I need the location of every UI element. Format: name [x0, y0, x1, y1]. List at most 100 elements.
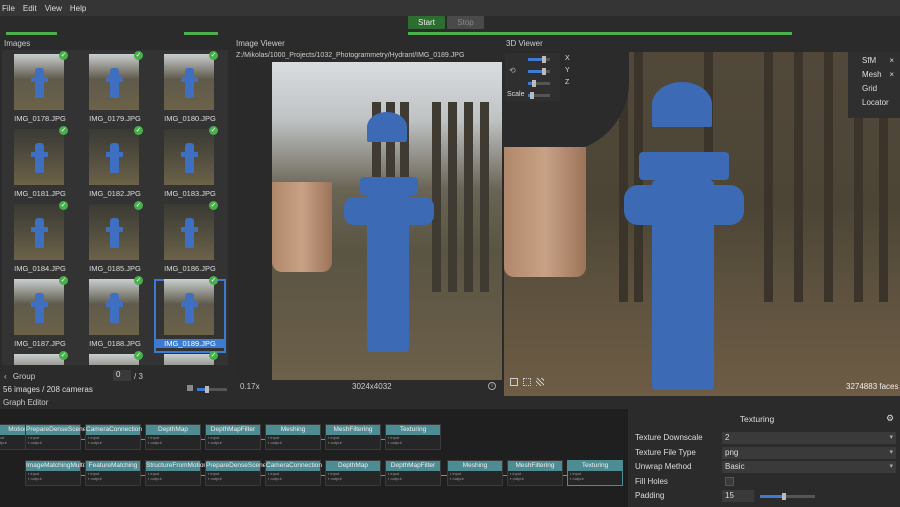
- property-key: Fill Holes: [635, 476, 668, 486]
- thumbnail-size-slider[interactable]: [197, 386, 227, 393]
- menu-help[interactable]: Help: [70, 4, 86, 13]
- image-viewer-photo[interactable]: [272, 62, 502, 380]
- thumbnail-label: IMG_0186.JPG: [164, 264, 216, 273]
- graph-edge: [321, 439, 325, 440]
- node-title: MeshFiltering: [326, 425, 380, 435]
- thumbnail-image: [164, 279, 214, 335]
- graph-node[interactable]: MeshFiltering ▪ input ▪ output: [507, 460, 563, 486]
- node-ports: ▪ input▪ output: [88, 471, 102, 481]
- close-icon[interactable]: ×: [889, 70, 894, 79]
- graph-canvas[interactable]: Motion▪ input▪ outputPrepareDenseScene▪ …: [0, 409, 628, 507]
- image-thumbnail[interactable]: ✓: [154, 351, 226, 365]
- image-thumbnail[interactable]: ✓ IMG_0183.JPG: [154, 126, 226, 203]
- thumbnail-image: [14, 354, 64, 365]
- check-icon: ✓: [209, 51, 218, 60]
- graph-edge: [81, 439, 85, 440]
- graph-node[interactable]: Meshing ▪ input ▪ output: [265, 424, 321, 450]
- layer-grid[interactable]: Grid: [848, 84, 900, 98]
- graph-node[interactable]: ImageMatchingMultiSfM ▪ input ▪ output: [25, 460, 96, 486]
- image-thumbnail[interactable]: ✓ IMG_0189.JPG: [154, 276, 226, 353]
- node-title: DepthMap: [326, 461, 380, 471]
- graph-node[interactable]: Texturing ▪ input ▪ output: [567, 460, 623, 486]
- close-icon[interactable]: ×: [889, 56, 894, 65]
- meshroom-window: File Edit View Help Start Stop Images ✓ I…: [0, 0, 900, 507]
- graph-node[interactable]: CameraConnection ▪ input ▪ output: [265, 460, 322, 486]
- layers-menu: SfM × Mesh × Grid Locator: [848, 52, 900, 118]
- graph-node[interactable]: DepthMapFilter ▪ input ▪ output: [205, 424, 261, 450]
- property-row: Padding 15: [632, 490, 900, 504]
- image-thumbnail[interactable]: ✓ IMG_0184.JPG: [4, 201, 76, 278]
- x-slider[interactable]: [528, 56, 550, 63]
- image-thumbnail[interactable]: ✓ IMG_0178.JPG: [4, 51, 76, 128]
- image-thumbnail[interactable]: ✓ IMG_0179.JPG: [79, 51, 151, 128]
- stop-button[interactable]: Stop: [447, 16, 484, 29]
- graph-edge: [441, 475, 447, 476]
- progress-segment: [6, 32, 57, 35]
- thumbnail-label: IMG_0187.JPG: [14, 339, 66, 348]
- node-title: DepthMapFilter: [206, 425, 260, 435]
- camera-icon[interactable]: [510, 378, 518, 386]
- zoom-level: 0.17x: [240, 382, 260, 391]
- graph-edge: [563, 475, 567, 476]
- node-title: PrepareDenseScene: [206, 461, 267, 471]
- layer-mesh[interactable]: Mesh ×: [848, 70, 900, 84]
- z-slider[interactable]: [528, 80, 550, 87]
- group-prev-icon[interactable]: ‹: [4, 372, 7, 381]
- layer-sfm[interactable]: SfM ×: [848, 56, 900, 70]
- graph-node[interactable]: Meshing ▪ input ▪ output: [447, 460, 503, 486]
- property-dropdown[interactable]: 2: [722, 432, 896, 444]
- scale-slider[interactable]: [528, 92, 550, 99]
- property-row: Fill Holes: [632, 476, 900, 490]
- padding-slider[interactable]: [760, 493, 815, 500]
- node-title: Meshing: [266, 425, 320, 435]
- grid-icon[interactable]: [523, 378, 531, 386]
- node-title: CameraConnection: [86, 425, 143, 435]
- y-slider[interactable]: [528, 68, 550, 75]
- info-icon[interactable]: i: [488, 382, 496, 390]
- graph-edge: [201, 475, 205, 476]
- graph-node[interactable]: PrepareDenseScene ▪ input ▪ output: [205, 460, 267, 486]
- image-thumbnail[interactable]: ✓ IMG_0185.JPG: [79, 201, 151, 278]
- menu-view[interactable]: View: [45, 4, 62, 13]
- image-thumbnail[interactable]: ✓ IMG_0181.JPG: [4, 126, 76, 203]
- thumbnail-image: [89, 129, 139, 185]
- graph-node[interactable]: DepthMap ▪ input ▪ output: [325, 460, 381, 486]
- graph-node[interactable]: FeatureMatching ▪ input ▪ output: [85, 460, 141, 486]
- image-thumbnail[interactable]: ✓: [79, 351, 151, 365]
- graph-editor-title: Graph Editor: [3, 398, 49, 407]
- graph-node[interactable]: PrepareDenseScene ▪ input ▪ output: [25, 424, 86, 450]
- image-thumbnail[interactable]: ✓: [4, 351, 76, 365]
- 3d-viewport[interactable]: [504, 52, 900, 396]
- graph-node[interactable]: DepthMap ▪ input ▪ output: [145, 424, 201, 450]
- node-ports: ▪ input▪ output: [570, 471, 584, 481]
- property-dropdown[interactable]: Basic: [722, 461, 896, 473]
- image-viewer-margin: [236, 62, 272, 380]
- property-row: Texture Downscale 2: [632, 432, 900, 446]
- menu-edit[interactable]: Edit: [23, 4, 37, 13]
- graph-edge: [81, 475, 85, 476]
- texture-icon[interactable]: [536, 378, 544, 386]
- image-thumbnail[interactable]: ✓ IMG_0182.JPG: [79, 126, 151, 203]
- check-icon: ✓: [134, 51, 143, 60]
- group-spinbox[interactable]: 0: [113, 370, 131, 381]
- node-title: Texturing: [568, 461, 622, 471]
- layer-locator[interactable]: Locator: [848, 98, 900, 112]
- image-thumbnail[interactable]: ✓ IMG_0188.JPG: [79, 276, 151, 353]
- graph-node[interactable]: MeshFiltering ▪ input ▪ output: [325, 424, 381, 450]
- graph-node[interactable]: StructureFromMotion ▪ input ▪ output: [145, 460, 207, 486]
- padding-input[interactable]: 15: [722, 490, 754, 502]
- node-title: DepthMapFilter: [386, 461, 440, 471]
- image-thumbnail[interactable]: ✓ IMG_0187.JPG: [4, 276, 76, 353]
- property-dropdown[interactable]: png: [722, 446, 896, 459]
- rotate-icon[interactable]: ⟲: [509, 66, 516, 75]
- menu-file[interactable]: File: [2, 4, 15, 13]
- image-thumbnail[interactable]: ✓ IMG_0186.JPG: [154, 201, 226, 278]
- image-thumbnail[interactable]: ✓ IMG_0180.JPG: [154, 51, 226, 128]
- fill-holes-checkbox[interactable]: [725, 476, 734, 486]
- graph-node[interactable]: DepthMapFilter ▪ input ▪ output: [385, 460, 441, 486]
- graph-node[interactable]: CameraConnection ▪ input ▪ output: [85, 424, 143, 450]
- start-button[interactable]: Start: [408, 16, 445, 29]
- graph-node[interactable]: Texturing ▪ input ▪ output: [385, 424, 441, 450]
- settings-icon[interactable]: ⚙: [886, 413, 894, 424]
- group-text: Group: [12, 372, 36, 381]
